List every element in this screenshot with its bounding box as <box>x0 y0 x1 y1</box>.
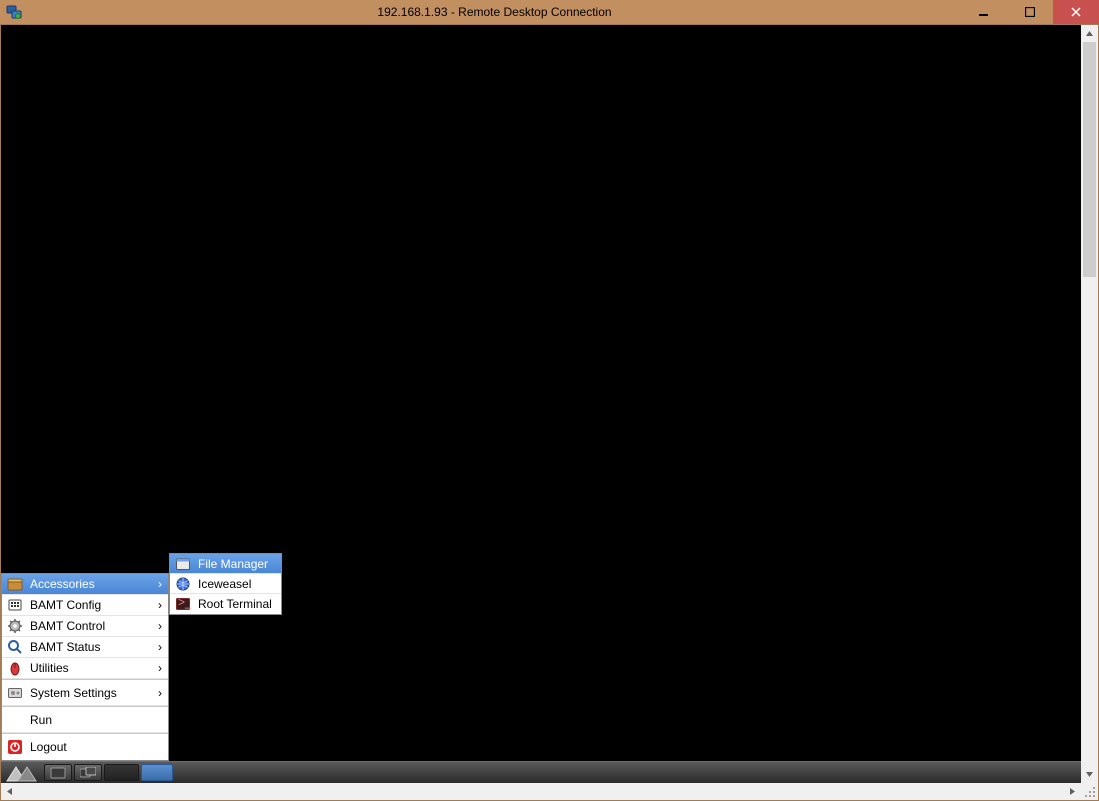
menu-item-accessories[interactable]: Accessories › <box>2 574 168 595</box>
apps-icon <box>6 576 24 592</box>
mouse-icon <box>6 660 24 676</box>
menu-label: Utilities <box>30 661 150 675</box>
chevron-right-icon: › <box>150 661 162 675</box>
svg-text:>_: >_ <box>178 596 191 609</box>
menu-label: Logout <box>30 740 162 754</box>
menu-item-bamt-control[interactable]: BAMT Control › <box>2 616 168 637</box>
scroll-track[interactable] <box>1081 42 1098 766</box>
window-title: 192.168.1.93 - Remote Desktop Connection <box>28 0 961 24</box>
titlebar[interactable]: 192.168.1.93 - Remote Desktop Connection <box>0 0 1099 24</box>
menu-item-logout[interactable]: Logout <box>2 733 168 760</box>
resize-grip[interactable] <box>1081 783 1098 800</box>
menu-item-run[interactable]: Run <box>2 706 168 733</box>
scroll-up-icon[interactable] <box>1081 25 1098 42</box>
taskbar-button-1[interactable] <box>44 764 72 781</box>
taskbar[interactable] <box>1 761 1081 783</box>
submenu-item-root-terminal[interactable]: >_ Root Terminal <box>170 594 281 614</box>
remote-viewport: Accessories › BAMT Config › <box>1 25 1098 783</box>
taskbar-workspaces[interactable] <box>104 764 139 781</box>
menu-label: BAMT Status <box>30 640 150 654</box>
menu-label: Accessories <box>30 577 150 591</box>
vertical-scrollbar[interactable] <box>1081 25 1098 783</box>
accessories-submenu[interactable]: File Manager Iceweasel >_ Root Terminal <box>169 553 282 615</box>
maximize-button[interactable] <box>1007 0 1053 24</box>
start-button[interactable] <box>1 762 43 783</box>
submenu-label: File Manager <box>198 557 275 571</box>
chevron-right-icon: › <box>150 686 162 700</box>
menu-item-utilities[interactable]: Utilities › <box>2 658 168 679</box>
config-icon <box>6 597 24 613</box>
chevron-right-icon: › <box>150 577 162 591</box>
power-icon <box>6 739 24 755</box>
submenu-label: Root Terminal <box>198 597 275 611</box>
menu-label: BAMT Config <box>30 598 150 612</box>
submenu-item-iceweasel[interactable]: Iceweasel <box>170 574 281 594</box>
globe-icon <box>174 576 192 592</box>
submenu-item-file-manager[interactable]: File Manager <box>170 554 281 574</box>
client-area: Accessories › BAMT Config › <box>0 24 1099 801</box>
remote-desktop[interactable]: Accessories › BAMT Config › <box>1 25 1081 783</box>
window-controls <box>961 0 1099 24</box>
taskbar-button-2[interactable] <box>74 764 102 781</box>
scroll-left-icon[interactable] <box>1 783 18 800</box>
menu-item-bamt-config[interactable]: BAMT Config › <box>2 595 168 616</box>
chevron-right-icon: › <box>150 598 162 612</box>
settings-icon <box>6 685 24 701</box>
scroll-track-h[interactable] <box>18 783 1064 800</box>
scroll-down-icon[interactable] <box>1081 766 1098 783</box>
menu-item-bamt-status[interactable]: BAMT Status › <box>2 637 168 658</box>
gear-icon <box>6 618 24 634</box>
menu-label: BAMT Control <box>30 619 150 633</box>
submenu-label: Iceweasel <box>198 577 275 591</box>
rdp-icon <box>0 0 28 24</box>
magnifier-icon <box>6 639 24 655</box>
scroll-thumb[interactable] <box>1083 42 1096 277</box>
filemgr-icon <box>174 556 192 572</box>
chevron-right-icon: › <box>150 619 162 633</box>
blank-icon <box>6 712 24 728</box>
start-menu[interactable]: Accessories › BAMT Config › <box>1 573 169 761</box>
scroll-right-icon[interactable] <box>1064 783 1081 800</box>
menu-label: System Settings <box>30 686 150 700</box>
horizontal-scrollbar[interactable] <box>1 783 1098 800</box>
terminal-icon: >_ <box>174 596 192 612</box>
menu-label: Run <box>30 713 162 727</box>
minimize-button[interactable] <box>961 0 1007 24</box>
menu-item-system-settings[interactable]: System Settings › <box>2 679 168 706</box>
window-frame: 192.168.1.93 - Remote Desktop Connection <box>0 0 1099 801</box>
taskbar-active-task[interactable] <box>141 764 173 781</box>
chevron-right-icon: › <box>150 640 162 654</box>
close-button[interactable] <box>1053 0 1099 24</box>
